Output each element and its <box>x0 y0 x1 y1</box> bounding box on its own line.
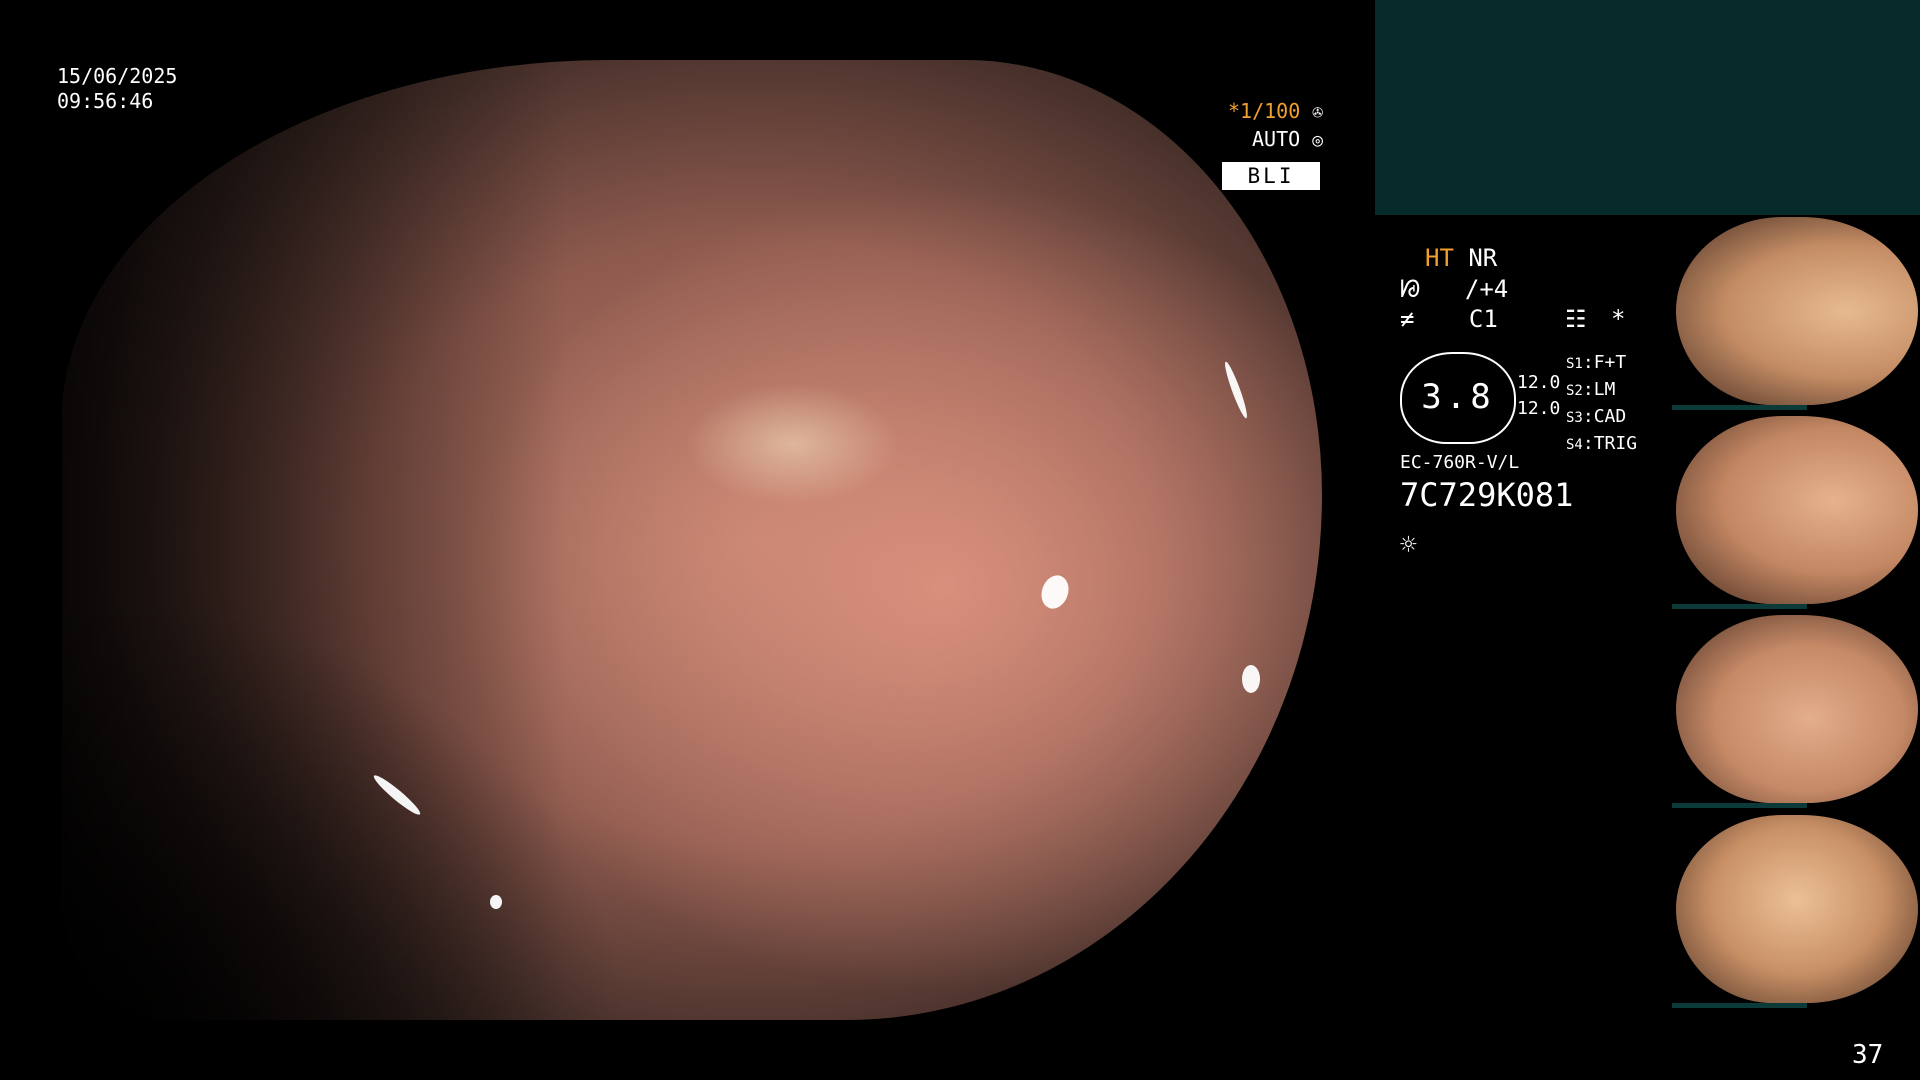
capture-thumbnail[interactable] <box>1672 217 1920 410</box>
structure-enhance-row: ᘘ /+4 <box>1400 275 1508 303</box>
thumbnail-image <box>1676 615 1918 803</box>
light-source-icon: ☼ <box>1400 528 1417 561</box>
exposure-mode: AUTO ◎ <box>1252 127 1323 151</box>
settings-icon-row: ☷ * <box>1565 305 1625 333</box>
switch-list: S1:F+T S2:LM S3:CAD S4:TRIG <box>1566 350 1637 458</box>
ht-nr-row: HT NR <box>1425 244 1497 272</box>
light-reflection <box>1221 360 1251 420</box>
light-reflection <box>490 895 502 909</box>
thumbnail-image <box>1676 416 1918 604</box>
endoscopy-main-image <box>62 60 1322 1020</box>
exposure-value: AUTO <box>1252 127 1301 151</box>
capture-thumbnail[interactable] <box>1672 615 1920 808</box>
switch-row: S4:TRIG <box>1566 433 1638 454</box>
nr-label: NR <box>1468 244 1498 272</box>
star-marker: * <box>1610 305 1626 333</box>
scope-serial: 7C729K081 <box>1400 476 1574 514</box>
light-reflection <box>1036 571 1074 613</box>
aperture-icon: ✇ <box>1312 102 1324 123</box>
value-bottom: 12.0 <box>1517 398 1561 419</box>
color-value: C1 <box>1468 305 1498 333</box>
scope-model: EC-760R-V/L <box>1400 452 1520 473</box>
thumbnail-strip <box>1672 803 1807 808</box>
color-enhance-icon: ≠ <box>1400 305 1415 333</box>
shutter-value: *1/100 <box>1228 99 1301 123</box>
date-label: 15/06/2025 <box>57 64 178 88</box>
switch-row: S3:CAD <box>1566 406 1627 427</box>
switch-row: S1:F+T <box>1566 352 1627 373</box>
capture-thumbnail[interactable] <box>1672 815 1920 1008</box>
settings-list-icon: ☷ <box>1565 305 1587 333</box>
info-panel-header-block <box>1375 0 1920 215</box>
enhance-value: /+4 <box>1464 275 1509 303</box>
imaging-mode-badge: BLI <box>1222 162 1320 190</box>
thumbnail-strip <box>1672 405 1807 410</box>
structure-enhance-icon: ᘘ <box>1400 275 1421 303</box>
iris-icon: ◎ <box>1312 130 1324 151</box>
light-reflection <box>1242 665 1260 693</box>
thumbnail-image <box>1676 815 1918 1003</box>
ht-label: HT <box>1425 244 1454 272</box>
capture-thumbnail[interactable] <box>1672 416 1920 609</box>
shutter-speed: *1/100 ✇ <box>1228 99 1323 123</box>
thumbnail-strip <box>1672 604 1807 609</box>
value-top: 12.0 <box>1517 372 1561 393</box>
thumbnail-strip <box>1672 1003 1807 1008</box>
switch-row: S2:LM <box>1566 379 1616 400</box>
time-label: 09:56:46 <box>57 89 154 113</box>
page-number: 37 <box>1852 1040 1884 1070</box>
color-enhance-row: ≠ C1 <box>1400 305 1498 333</box>
image-shadow-bottom <box>62 588 629 1020</box>
thumbnail-image <box>1676 217 1918 405</box>
zoom-indicator: 3.8 <box>1400 352 1516 444</box>
